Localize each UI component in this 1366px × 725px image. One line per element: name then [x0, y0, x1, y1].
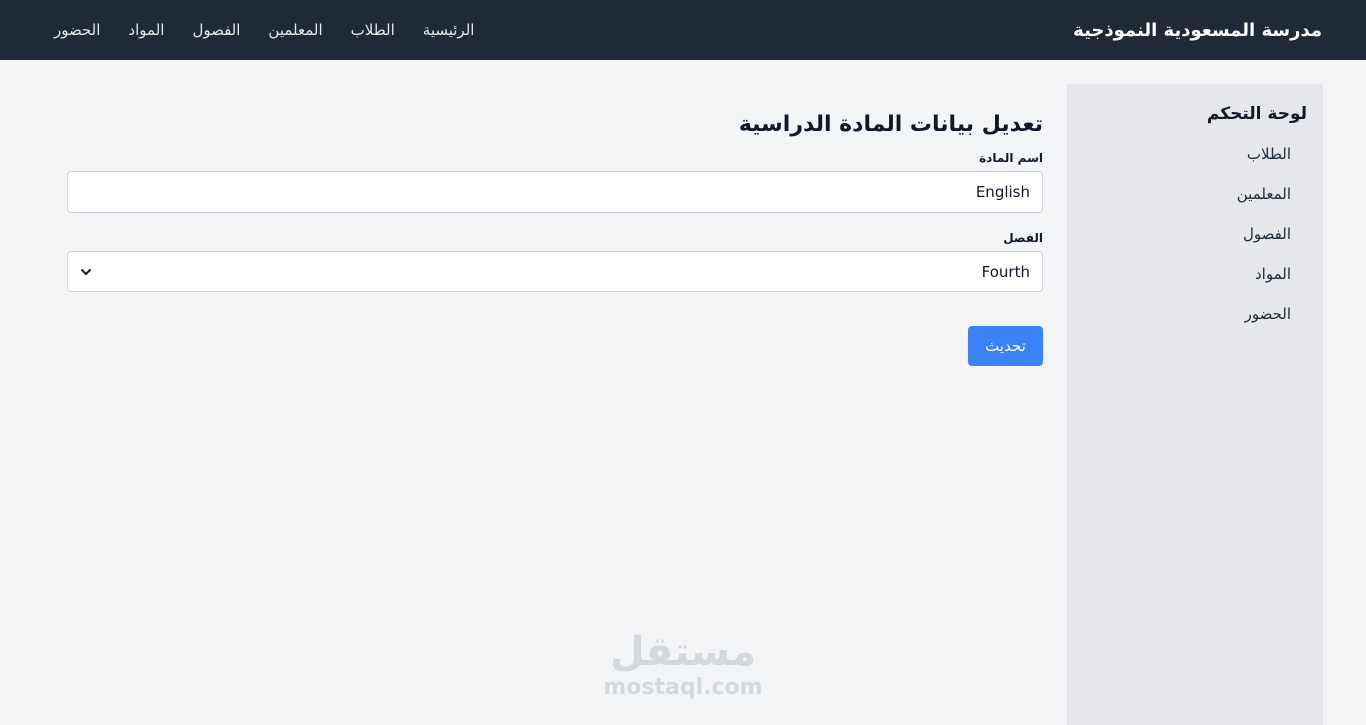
watermark-arabic: مستقل	[609, 629, 757, 675]
nav-link-home[interactable]: الرئيسية	[423, 21, 475, 39]
sidebar-item-subjects[interactable]: المواد	[1083, 262, 1291, 302]
subject-name-group: اسم المادة	[67, 151, 1043, 213]
top-nav-links: الرئيسية الطلاب المعلمين الفصول المواد ا…	[44, 21, 474, 39]
page-title: تعديل بيانات المادة الدراسية	[738, 112, 1043, 137]
class-group: الفصل Fourth	[67, 231, 1043, 292]
nav-link-attendance[interactable]: الحضور	[54, 21, 100, 39]
main-content: تعديل بيانات المادة الدراسية اسم المادة …	[67, 84, 1043, 366]
nav-link-teachers[interactable]: المعلمين	[268, 21, 322, 39]
update-button[interactable]: تحديث	[968, 326, 1043, 366]
nav-link-subjects[interactable]: المواد	[128, 21, 164, 39]
sidebar-item-students[interactable]: الطلاب	[1083, 142, 1291, 182]
sidebar-item-attendance[interactable]: الحضور	[1083, 302, 1291, 342]
watermark: مستقل mostaql.com	[597, 628, 769, 700]
class-select[interactable]: Fourth	[67, 251, 1043, 292]
subject-name-input[interactable]	[67, 171, 1043, 213]
sidebar-item-teachers[interactable]: المعلمين	[1083, 182, 1291, 222]
nav-link-students[interactable]: الطلاب	[351, 21, 395, 39]
nav-link-classes[interactable]: الفصول	[192, 21, 240, 39]
subject-name-label: اسم المادة	[979, 151, 1043, 165]
sidebar-title: لوحة التحكم	[1206, 104, 1307, 124]
chevron-down-icon	[81, 268, 91, 275]
class-select-value: Fourth	[981, 262, 1030, 281]
sidebar-list: الطلاب المعلمين الفصول المواد الحضور	[1083, 142, 1307, 342]
sidebar: لوحة التحكم الطلاب المعلمين الفصول الموا…	[1067, 84, 1323, 725]
watermark-latin: mostaql.com	[603, 675, 763, 700]
top-navbar: مدرسة المسعودية النموذجية الرئيسية الطلا…	[0, 0, 1366, 60]
sidebar-item-classes[interactable]: الفصول	[1083, 222, 1291, 262]
brand-title[interactable]: مدرسة المسعودية النموذجية	[1073, 20, 1322, 41]
class-label: الفصل	[1003, 231, 1043, 245]
